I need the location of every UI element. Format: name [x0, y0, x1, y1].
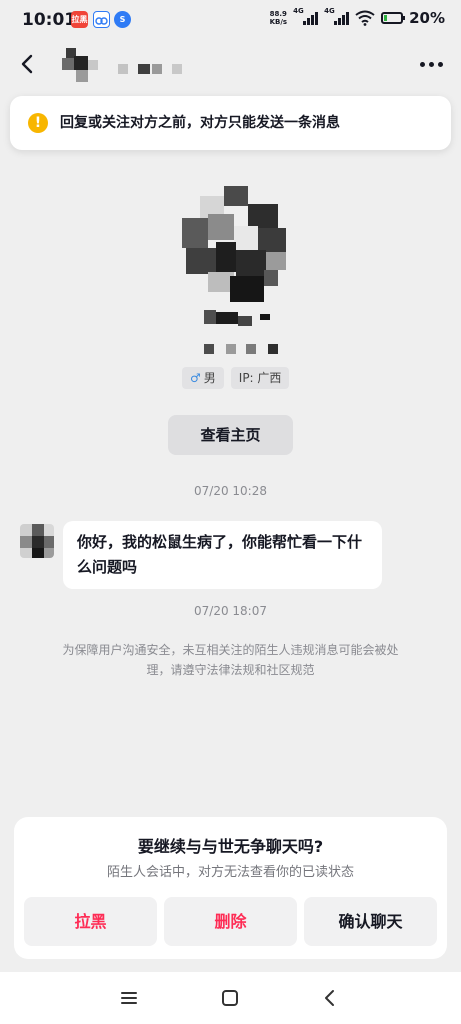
signal-2-icon: 4G	[324, 7, 350, 25]
signal-1-type: 4G	[293, 7, 304, 15]
status-time: 10:01	[22, 10, 77, 30]
gender-label: 男	[203, 371, 216, 385]
menu-icon	[121, 992, 137, 1004]
reply-limit-notice: ! 回复或关注对方之前，对方只能发送一条消息	[10, 96, 451, 150]
delete-button[interactable]: 删除	[164, 897, 297, 946]
sender-avatar[interactable]	[20, 524, 54, 558]
home-button[interactable]	[218, 986, 242, 1010]
triangle-back-icon	[325, 990, 334, 1006]
s-app-icon: S	[114, 11, 131, 28]
battery-icon	[381, 12, 406, 24]
warning-icon: !	[28, 113, 48, 133]
profile-tags: ♂ 男 IP: 广西	[182, 367, 290, 389]
more-options-button[interactable]	[415, 52, 447, 76]
signal-2-type: 4G	[324, 7, 335, 15]
network-speed-unit: KB/s	[269, 18, 288, 26]
menu-button[interactable]	[117, 986, 141, 1010]
prompt-subtitle: 陌生人会话中，对方无法查看你的已读状态	[106, 865, 354, 880]
wifi-icon	[355, 10, 375, 26]
battery-percent: 20%	[409, 9, 445, 27]
confirm-chat-button[interactable]: 确认聊天	[304, 897, 437, 946]
system-navigation-bar	[0, 972, 461, 1024]
contact-nickname-redacted	[200, 310, 290, 360]
chat-header	[0, 40, 461, 88]
contact-name-redacted[interactable]	[62, 46, 192, 86]
status-bar: 10:01 拉黑 S 88.9 KB/s 4G 4G 20%	[0, 0, 461, 40]
stranger-chat-prompt: 要继续与与世无争聊天吗? 陌生人会话中，对方无法查看你的已读状态 拉黑 删除 确…	[14, 817, 447, 959]
prompt-title: 要继续与与世无争聊天吗?	[137, 837, 324, 856]
male-icon: ♂	[190, 371, 201, 385]
ip-location-tag: IP: 广西	[230, 367, 290, 389]
cloud-app-icon	[93, 11, 110, 28]
block-button[interactable]: 拉黑	[24, 897, 157, 946]
gender-tag: ♂ 男	[182, 367, 224, 389]
contact-avatar[interactable]	[180, 186, 290, 304]
red-app-icon: 拉黑	[71, 11, 88, 28]
safety-system-note: 为保障用户沟通安全，未互相关注的陌生人违规消息可能会被处理，请遵守法律法规和社区…	[62, 643, 399, 677]
more-dots-icon	[419, 61, 443, 67]
system-back-button[interactable]	[318, 986, 342, 1010]
signal-1-icon: 4G	[293, 7, 319, 25]
back-button[interactable]	[14, 50, 42, 78]
chevron-left-icon	[21, 54, 33, 74]
message-timestamp: 07/20 10:28	[194, 484, 267, 498]
message-timestamp-2: 07/20 18:07	[194, 604, 267, 618]
notice-text: 回复或关注对方之前，对方只能发送一条消息	[60, 115, 340, 131]
ip-label: IP: 广西	[238, 371, 282, 385]
network-speed-value: 88.9	[269, 10, 287, 18]
view-profile-button[interactable]: 查看主页	[168, 415, 293, 455]
status-indicators: 88.9 KB/s 4G 4G 20%	[270, 7, 445, 27]
message-bubble[interactable]: 你好，我的松鼠生病了，你能帮忙看一下什么问题吗	[63, 521, 382, 589]
network-speed: 88.9 KB/s	[270, 10, 287, 26]
home-square-icon	[222, 990, 238, 1006]
